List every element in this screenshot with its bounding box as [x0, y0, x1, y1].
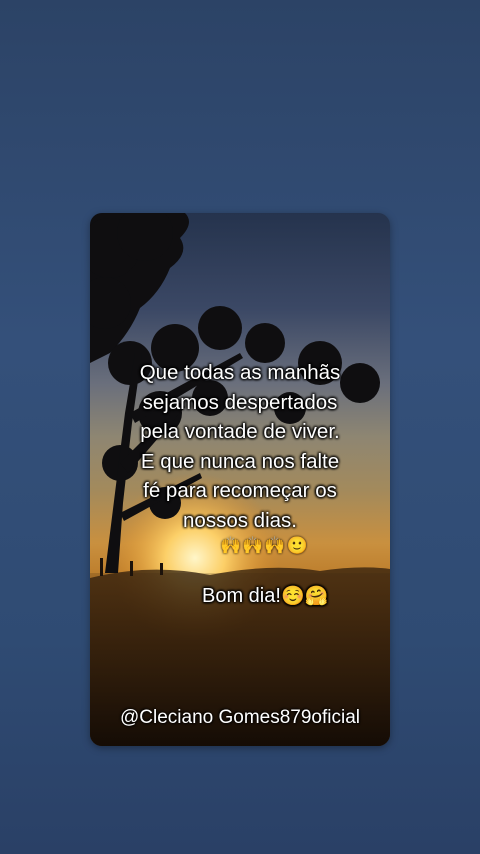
quote-line: sejamos despertados: [142, 390, 338, 414]
hands-emoji-row: 🙌🙌🙌🙂: [220, 536, 309, 556]
quote-line: fé para recomeçar os: [143, 479, 337, 502]
author-handle: @Cleciano Gomes879oficial: [119, 707, 360, 728]
quote-line: nossos dias.: [183, 508, 297, 532]
quote-line: Que todas as manhãs: [139, 361, 341, 384]
post-card: Que todas as manhãs sejamos despertados …: [90, 213, 390, 746]
quote-text: Que todas as manhãs sejamos despertados …: [90, 358, 390, 535]
quote-line: pela vontade de viver.: [140, 420, 340, 443]
quote-line: E que nunca nos falte: [140, 449, 340, 473]
smile-icon: 🙂: [286, 536, 309, 555]
raised-hands-icon: 🙌🙌🙌: [220, 536, 287, 555]
greeting-text: Bom dia!: [202, 585, 281, 607]
hug-icon: ☺️🤗: [280, 586, 329, 607]
greeting: Bom dia!☺️🤗: [202, 584, 328, 608]
